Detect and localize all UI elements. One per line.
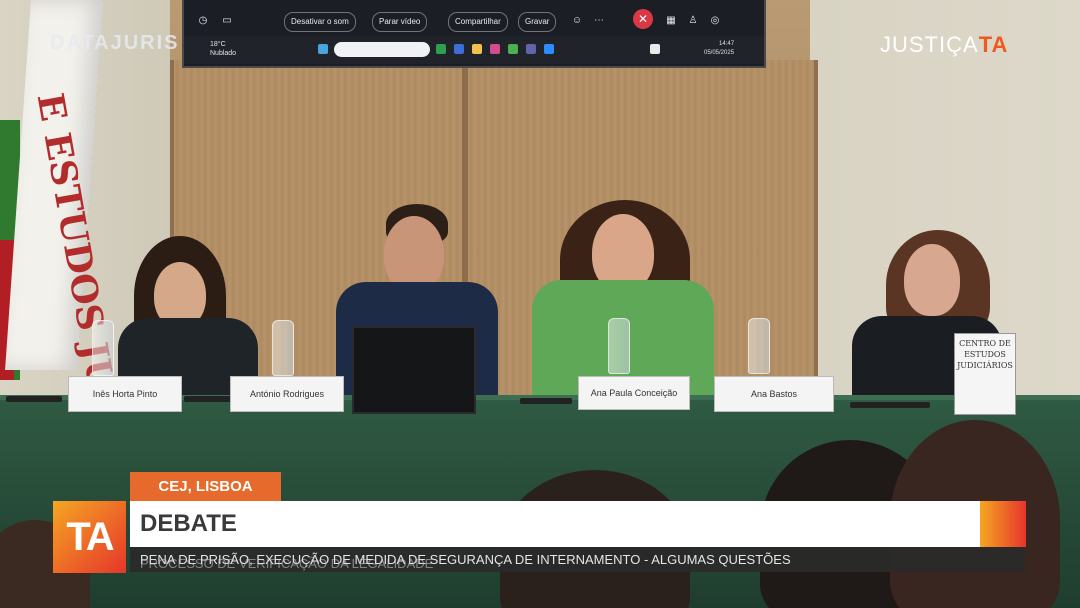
- participants-icon[interactable]: ♙: [684, 12, 702, 30]
- record-button[interactable]: Gravar: [518, 12, 557, 32]
- apps-icon[interactable]: ▦: [662, 12, 680, 30]
- stop-video-button[interactable]: Parar vídeo: [372, 12, 428, 32]
- laptop: [352, 326, 476, 414]
- weather-condition: Nublado: [210, 50, 237, 57]
- meeting-icon: ◷: [198, 15, 208, 26]
- taskbar-clock: 14:47 05/05/2025: [704, 40, 734, 58]
- app-icon[interactable]: [454, 44, 464, 54]
- nameplate: Ana Paula Conceição: [578, 376, 690, 410]
- microphone-base: [184, 396, 234, 402]
- ta-logo: TA: [53, 501, 126, 573]
- water-bottle: [608, 318, 630, 374]
- lower-third-subtitle-secondary: PROCESSO DE VERIFICAÇÃO DA LEGALIDADE: [140, 556, 434, 571]
- taskbar-search[interactable]: [334, 42, 430, 57]
- zoom-icon[interactable]: [544, 44, 554, 54]
- nameplate: António Rodrigues: [230, 376, 344, 412]
- water-bottle: [748, 318, 770, 374]
- lower-third-title: DEBATE: [140, 510, 237, 537]
- layout-icon: ▭: [222, 15, 232, 26]
- location-tag: CEJ, LISBOA: [130, 472, 281, 501]
- more-icon[interactable]: ⋯: [590, 12, 608, 30]
- microphone-base: [520, 398, 572, 404]
- microphone-base: [850, 402, 930, 408]
- nameplate: Inês Horta Pinto: [68, 376, 182, 412]
- title-bar-accent: [980, 501, 1026, 547]
- app-icon[interactable]: [436, 44, 446, 54]
- justica-ta-logo: JUSTIÇATA: [880, 32, 1009, 57]
- leave-call-icon[interactable]: ✕: [633, 9, 653, 29]
- browser-icon[interactable]: [508, 44, 518, 54]
- cej-sign: CENTRO DE ESTUDOS JUDICIÁRIOS: [954, 333, 1016, 415]
- clock-time: 14:47: [719, 41, 735, 47]
- meeting-toolbar: ◷ ▭ Desativar o som Parar vídeo Comparti…: [184, 4, 764, 34]
- teams-icon[interactable]: [526, 44, 536, 54]
- microphone-base: [6, 396, 62, 402]
- nameplate: Ana Bastos: [714, 376, 834, 412]
- tray-icon[interactable]: [650, 44, 660, 54]
- windows-taskbar: 18°C Nublado 14:47 05/05/2025: [184, 36, 764, 64]
- datajuris-watermark: DATAJURIS: [50, 32, 180, 54]
- share-button[interactable]: Compartilhar: [448, 12, 508, 32]
- ta-logo-text: TA: [66, 515, 114, 559]
- water-bottle: [272, 320, 294, 376]
- mute-button[interactable]: Desativar o som: [284, 12, 356, 32]
- weather-widget: 18°C Nublado: [210, 40, 236, 58]
- chat-icon[interactable]: ◎: [706, 12, 724, 30]
- app-icon[interactable]: [490, 44, 500, 54]
- start-icon[interactable]: [318, 44, 328, 54]
- reactions-icon[interactable]: ☺: [568, 12, 586, 30]
- water-bottle: [92, 320, 114, 376]
- clock-date: 05/05/2025: [704, 50, 735, 56]
- projection-screen: ◷ ▭ Desativar o som Parar vídeo Comparti…: [182, 0, 766, 68]
- title-bar: [130, 501, 980, 547]
- folder-icon[interactable]: [472, 44, 482, 54]
- weather-temp: 18°C: [210, 41, 226, 48]
